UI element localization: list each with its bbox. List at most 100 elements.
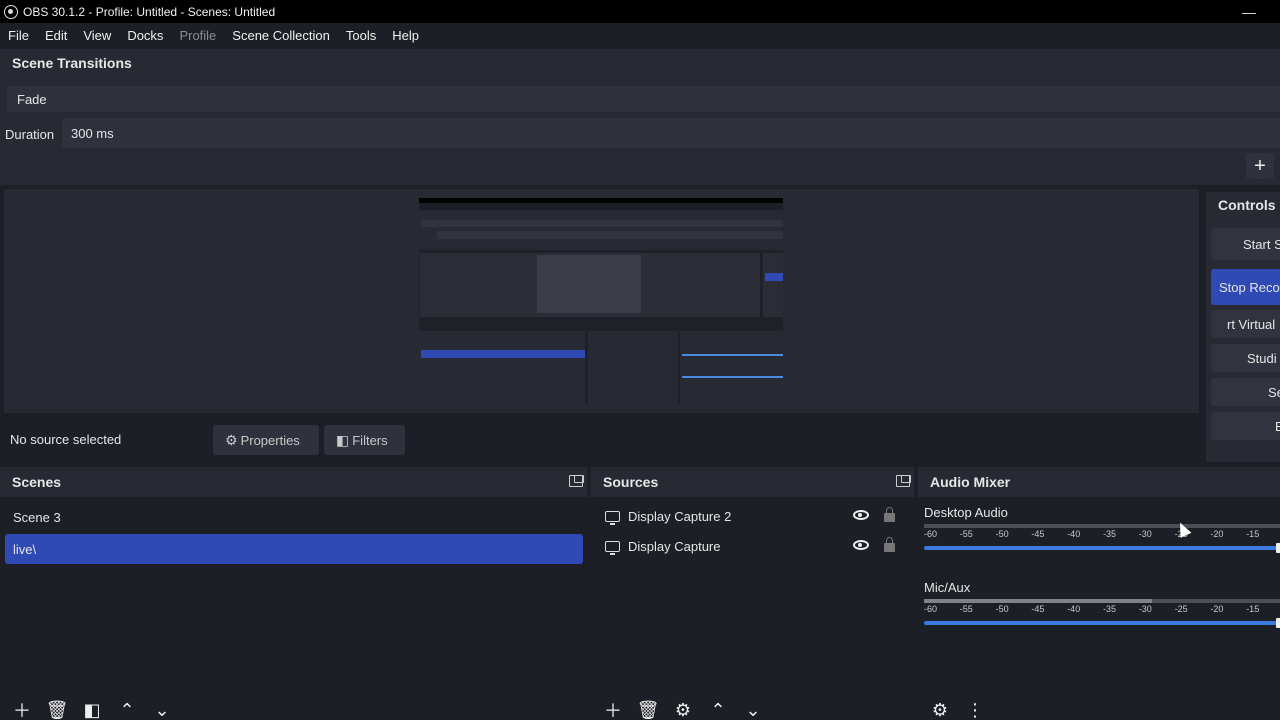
tick-label: -45 <box>1031 529 1045 539</box>
tick-label: -30 <box>1138 604 1152 614</box>
menu-view[interactable]: View <box>75 28 119 43</box>
remove-source-button[interactable]: 🗑 <box>634 700 662 720</box>
menu-file[interactable]: File <box>0 28 37 43</box>
slider-handle[interactable] <box>1276 618 1280 628</box>
tick-label: -35 <box>1103 604 1117 614</box>
settings-button[interactable]: Set <box>1211 378 1280 406</box>
properties-button[interactable]: ⚙ Properties <box>213 425 319 455</box>
tick-label: -60 <box>924 529 938 539</box>
sources-toolbar: ＋ 🗑 ⚙ ⌃ ⌄ <box>599 698 914 720</box>
menu-edit[interactable]: Edit <box>37 28 75 43</box>
tick-label: -30 <box>1138 529 1152 539</box>
exit-label: E <box>1275 418 1280 434</box>
properties-label: Properties <box>240 432 300 448</box>
source-item[interactable]: Display Capture <box>591 531 914 561</box>
title-bar: OBS 30.1.2 - Profile: Untitled - Scenes:… <box>0 0 1280 23</box>
start-streaming-label: Start St <box>1243 236 1280 252</box>
eye-icon[interactable] <box>853 540 869 550</box>
studio-mode-label: Studi <box>1247 350 1277 366</box>
scene-item-selected[interactable]: live\ <box>5 534 583 564</box>
controls-dock: Controls Start St Stop Reco rt Virtual S… <box>1206 192 1280 462</box>
volume-slider[interactable] <box>924 618 1280 628</box>
no-source-label: No source selected <box>10 432 122 447</box>
sources-title: Sources <box>603 474 659 490</box>
stop-recording-label: Stop Reco <box>1219 279 1280 295</box>
duration-input[interactable]: 300 ms <box>62 118 1280 148</box>
mixer-menu-button[interactable]: ⋮ <box>961 700 989 720</box>
tick-label: -50 <box>995 529 1009 539</box>
slider-handle[interactable] <box>1276 543 1280 553</box>
move-source-up-button[interactable]: ⌃ <box>704 700 732 720</box>
tick-label: -40 <box>1067 529 1081 539</box>
move-scene-down-button[interactable]: ⌄ <box>148 700 176 720</box>
meter-ticks: -60 -55 -50 -45 -40 -35 -30 -25 -20 -15 <box>924 603 1280 616</box>
tick-label: -50 <box>995 604 1009 614</box>
scene-item[interactable]: Scene 3 <box>5 502 583 532</box>
eye-icon[interactable] <box>853 510 869 520</box>
plus-icon: + <box>1254 154 1266 177</box>
settings-label: Set <box>1268 384 1280 400</box>
sources-list: Display Capture 2 Display Capture ＋ 🗑 ⚙ … <box>591 497 914 720</box>
menu-tools[interactable]: Tools <box>338 28 384 43</box>
tick-label: -20 <box>1210 604 1224 614</box>
meter-ticks: -60 -55 -50 -45 -40 -35 -30 -25 -20 -15 <box>924 528 1280 541</box>
mixer-channel-mic: Mic/Aux -60 -55 -50 -45 -40 -35 -30 -25 -20 -15 <box>924 580 1280 628</box>
monitor-icon <box>605 510 620 525</box>
tick-label: -55 <box>959 529 973 539</box>
sources-dock: Sources Display Capture 2 Display Captur… <box>591 467 914 720</box>
filters-label: Filters <box>352 432 388 448</box>
scenes-list: Scene 3 live\ ＋ 🗑 ◧ ⌃ ⌄ <box>0 497 587 720</box>
preview-screen-capture <box>419 198 783 404</box>
advanced-audio-properties-button[interactable]: ⚙ <box>926 700 954 720</box>
source-label: Display Capture <box>628 538 721 554</box>
lock-icon[interactable] <box>884 537 895 552</box>
audio-mixer-body: Desktop Audio -60 -55 -50 -45 -40 -35 -30 -25 -2… <box>918 497 1280 720</box>
tick-label: -55 <box>959 604 973 614</box>
menu-scene-collection[interactable]: Scene Collection <box>224 28 338 43</box>
tick-label: -45 <box>1031 604 1045 614</box>
tick-label: -15 <box>1246 529 1260 539</box>
scene-filters-button[interactable]: ◧ <box>78 700 106 720</box>
menu-bar: File Edit View Docks Profile Scene Colle… <box>0 23 1280 47</box>
window-title: OBS 30.1.2 - Profile: Untitled - Scenes:… <box>23 4 276 19</box>
add-transition-button[interactable]: + <box>1246 153 1274 179</box>
obs-logo-icon <box>4 4 18 19</box>
studio-mode-button[interactable]: Studi <box>1211 344 1280 372</box>
remove-scene-button[interactable]: 🗑 <box>43 700 71 720</box>
audio-mixer-dock: Audio Mixer Desktop Audio -60 -55 -50 -45 -4… <box>918 467 1280 720</box>
tick-label: -35 <box>1103 529 1117 539</box>
audio-mixer-header: Audio Mixer <box>918 467 1280 497</box>
duration-label: Duration <box>5 127 55 142</box>
undock-icon[interactable] <box>569 475 584 487</box>
add-scene-button[interactable]: ＋ <box>8 700 36 720</box>
undock-icon[interactable] <box>896 475 911 487</box>
channel-name: Mic/Aux <box>924 580 971 595</box>
scene-transitions-dock: Scene Transitions <box>0 49 1280 185</box>
tick-label: -60 <box>924 604 938 614</box>
scene-transitions-title: Scene Transitions <box>0 49 1280 77</box>
menu-profile[interactable]: Profile <box>171 28 224 43</box>
scenes-dock: Scenes Scene 3 live\ ＋ 🗑 ◧ ⌃ ⌄ <box>0 467 587 720</box>
lock-icon[interactable] <box>884 507 895 522</box>
menu-help[interactable]: Help <box>384 28 427 43</box>
minimize-button[interactable]: — <box>1242 4 1256 20</box>
scenes-toolbar: ＋ 🗑 ◧ ⌃ ⌄ <box>8 698 587 720</box>
transition-select[interactable]: Fade <box>7 86 1280 112</box>
volume-slider[interactable] <box>924 543 1280 553</box>
add-source-button[interactable]: ＋ <box>599 700 627 720</box>
exit-button[interactable]: E <box>1211 412 1280 440</box>
source-properties-button[interactable]: ⚙ <box>669 700 697 720</box>
mixer-channel-desktop: Desktop Audio -60 -55 -50 -45 -40 -35 -30 -25 -2… <box>924 505 1280 553</box>
move-scene-up-button[interactable]: ⌃ <box>113 700 141 720</box>
scenes-title: Scenes <box>12 474 62 490</box>
tick-label: -15 <box>1246 604 1260 614</box>
start-virtual-camera-button[interactable]: rt Virtual <box>1211 310 1280 338</box>
start-streaming-button[interactable]: Start St <box>1211 228 1280 260</box>
stop-recording-button[interactable]: Stop Reco <box>1211 269 1280 305</box>
filters-button[interactable]: ◧ Filters <box>324 425 405 455</box>
tick-label: -20 <box>1210 529 1224 539</box>
channel-name: Desktop Audio <box>924 505 1008 520</box>
source-item[interactable]: Display Capture 2 <box>591 501 914 531</box>
move-source-down-button[interactable]: ⌄ <box>739 700 767 720</box>
menu-docks[interactable]: Docks <box>119 28 171 43</box>
